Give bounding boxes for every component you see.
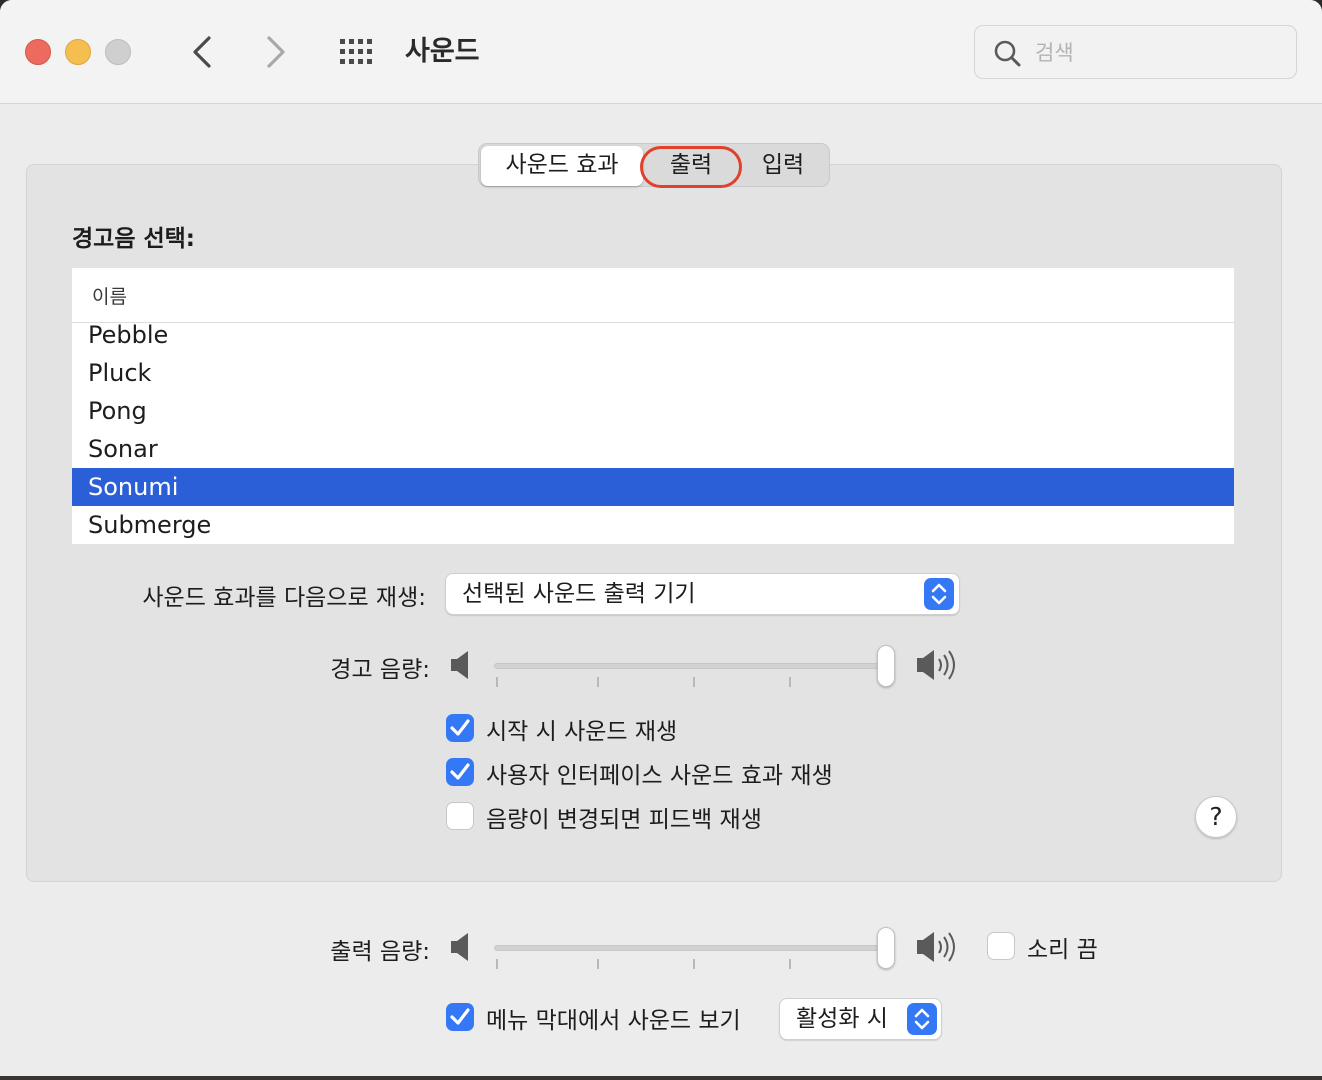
list-item[interactable]: Pluck xyxy=(72,354,1234,392)
sound-preferences-window: 사운드 사운드 효과 출력 입력 경고음 선택: 이름 Pebble Pluck… xyxy=(0,0,1322,1080)
startup-sound-checkbox[interactable] xyxy=(446,714,474,742)
speaker-low-icon xyxy=(451,933,468,961)
speaker-high-icon xyxy=(917,932,955,962)
list-item[interactable]: Pong xyxy=(72,392,1234,430)
output-volume-label: 출력 음량: xyxy=(330,939,430,965)
speaker-high-icon xyxy=(917,650,955,680)
speaker-low-icon xyxy=(451,651,468,679)
popup-stepper xyxy=(924,578,954,610)
menubar-visibility-popup[interactable]: 활성화 시 xyxy=(779,998,942,1040)
grid-icon xyxy=(340,39,372,64)
slider-track xyxy=(494,663,894,669)
slider-tick xyxy=(597,677,599,687)
tab-input[interactable]: 입력 xyxy=(737,144,829,186)
list-item-selected[interactable]: Sonumi xyxy=(72,468,1234,506)
close-window-button[interactable] xyxy=(25,39,51,65)
volume-feedback-checkbox[interactable] xyxy=(446,802,474,830)
slider-tick xyxy=(693,677,695,687)
play-through-value: 선택된 사운드 출력 기기 xyxy=(462,581,696,607)
checkmark-icon xyxy=(450,719,470,736)
window-title: 사운드 xyxy=(405,36,480,67)
alert-sound-heading: 경고음 선택: xyxy=(72,226,196,252)
chevron-up-down-icon xyxy=(931,583,947,605)
menubar-visibility-value: 활성화 시 xyxy=(796,1006,888,1032)
ui-sound-effects-label: 사용자 인터페이스 사운드 효과 재생 xyxy=(486,763,833,789)
checkmark-icon xyxy=(450,1008,470,1025)
zoom-window-button[interactable] xyxy=(105,39,131,65)
title-bar: 사운드 xyxy=(0,0,1322,104)
play-through-label: 사운드 효과를 다음으로 재생: xyxy=(142,585,426,611)
back-button[interactable] xyxy=(182,30,222,74)
annotation-highlight-ring xyxy=(640,146,742,188)
alert-sound-list[interactable]: 이름 Pebble Pluck Pong Sonar Sonumi Submer… xyxy=(72,268,1234,544)
startup-sound-label: 시작 시 사운드 재생 xyxy=(486,719,678,745)
popup-stepper xyxy=(907,1003,937,1035)
chevron-left-icon xyxy=(193,36,211,68)
chevron-up-down-icon xyxy=(914,1008,930,1030)
slider-tick xyxy=(496,677,498,687)
ui-sound-effects-checkbox[interactable] xyxy=(446,758,474,786)
show-in-menubar-checkbox[interactable] xyxy=(446,1003,474,1031)
chevron-right-icon xyxy=(267,36,285,68)
volume-feedback-label: 음량이 변경되면 피드백 재생 xyxy=(486,807,762,833)
slider-tick xyxy=(496,959,498,969)
output-volume-slider[interactable] xyxy=(494,927,898,969)
slider-tick xyxy=(597,959,599,969)
play-through-popup[interactable]: 선택된 사운드 출력 기기 xyxy=(445,573,960,615)
search-icon xyxy=(994,40,1021,67)
forward-button[interactable] xyxy=(256,30,296,74)
checkmark-icon xyxy=(450,763,470,780)
desktop-background xyxy=(0,1076,1322,1080)
search-field[interactable] xyxy=(974,25,1297,79)
list-column-header[interactable]: 이름 xyxy=(72,268,1234,323)
slider-knob[interactable] xyxy=(877,645,895,687)
tab-sound-effects[interactable]: 사운드 효과 xyxy=(481,146,643,186)
show-all-button[interactable] xyxy=(336,34,380,70)
slider-tick xyxy=(789,959,791,969)
slider-tick xyxy=(693,959,695,969)
slider-track xyxy=(494,945,894,951)
slider-knob[interactable] xyxy=(877,927,895,969)
help-button[interactable]: ? xyxy=(1195,796,1237,838)
minimize-window-button[interactable] xyxy=(65,39,91,65)
list-item[interactable]: Sonar xyxy=(72,430,1234,468)
list-item[interactable]: Pebble xyxy=(72,316,1234,354)
alert-volume-label: 경고 음량: xyxy=(330,657,430,683)
show-in-menubar-label: 메뉴 막대에서 사운드 보기 xyxy=(486,1008,741,1034)
search-input[interactable] xyxy=(1035,34,1285,72)
mute-checkbox[interactable] xyxy=(987,932,1015,960)
mute-label: 소리 끔 xyxy=(1027,937,1098,963)
list-item[interactable]: Submerge xyxy=(72,506,1234,544)
column-header-name: 이름 xyxy=(92,286,127,308)
slider-tick xyxy=(789,677,791,687)
alert-volume-slider[interactable] xyxy=(494,645,898,687)
